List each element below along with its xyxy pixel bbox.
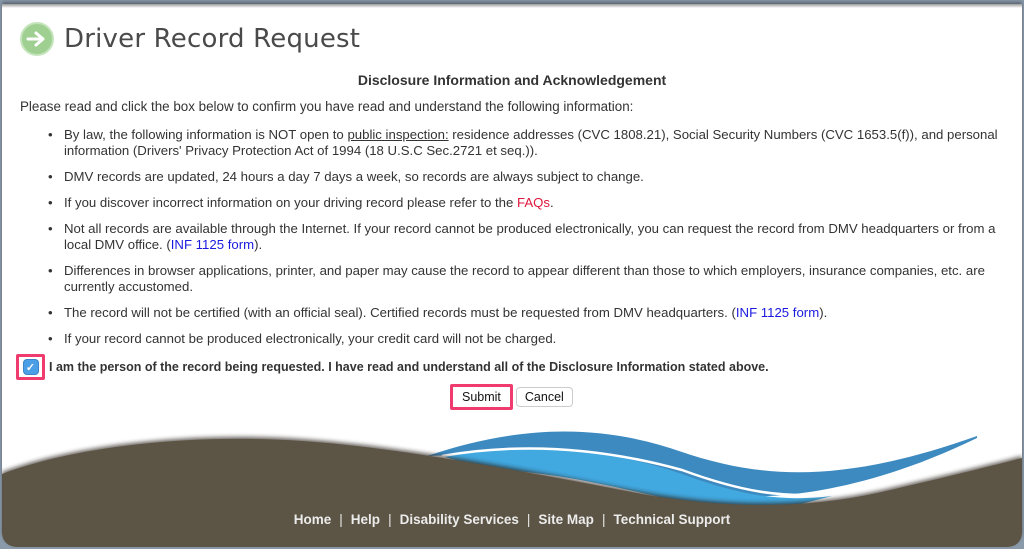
page-frame: Driver Record Request Disclosure Informa… (2, 4, 1022, 547)
section-title: Disclosure Information and Acknowledgeme… (357, 72, 667, 88)
form-buttons: Submit Cancel (450, 384, 573, 410)
list-item: By law, the following information is NOT… (44, 127, 1004, 159)
public-inspection-link[interactable]: public inspection: (347, 127, 448, 142)
acknowledgement-row: ✓ I am the person of the record being re… (16, 354, 769, 380)
disclosure-list: By law, the following information is NOT… (44, 127, 1004, 357)
faqs-link[interactable]: FAQs (517, 195, 550, 210)
checkmark-icon: ✓ (25, 361, 36, 374)
acknowledgement-label: I am the person of the record being requ… (49, 360, 769, 374)
page-header: Driver Record Request (20, 22, 360, 56)
arrow-right-circle-icon (20, 22, 54, 56)
list-item: The record will not be certified (with a… (44, 305, 1004, 321)
footer-wave-art (2, 431, 1022, 547)
list-item: If you discover incorrect information on… (44, 195, 1004, 211)
footer-links: Home | Help | Disability Services | Site Map | T… (293, 512, 731, 527)
footer-link-help[interactable]: Help (351, 512, 380, 527)
acknowledgement-checkbox[interactable]: ✓ (22, 359, 39, 375)
submit-button[interactable]: Submit (453, 387, 510, 407)
footer-link-site-map[interactable]: Site Map (538, 512, 594, 527)
page-title: Driver Record Request (64, 24, 361, 54)
intro-text: Please read and click the box below to c… (20, 99, 634, 114)
cancel-button[interactable]: Cancel (515, 387, 573, 407)
list-item: Differences in browser applications, pri… (44, 263, 1004, 295)
inf-1125-form-link[interactable]: INF 1125 form (736, 305, 819, 320)
list-item: DMV records are updated, 24 hours a day … (44, 169, 1004, 185)
submit-highlight: Submit (450, 384, 513, 410)
footer-link-disability-services[interactable]: Disability Services (400, 512, 519, 527)
list-item: Not all records are available through th… (44, 221, 1004, 253)
window-top-edge (2, 4, 1022, 8)
checkbox-highlight: ✓ (16, 354, 45, 380)
inf-1125-form-link[interactable]: INF 1125 form (171, 237, 254, 252)
footer-link-technical-support[interactable]: Technical Support (613, 512, 730, 527)
list-item: If your record cannot be produced electr… (44, 331, 1004, 347)
footer-link-home[interactable]: Home (294, 512, 332, 527)
